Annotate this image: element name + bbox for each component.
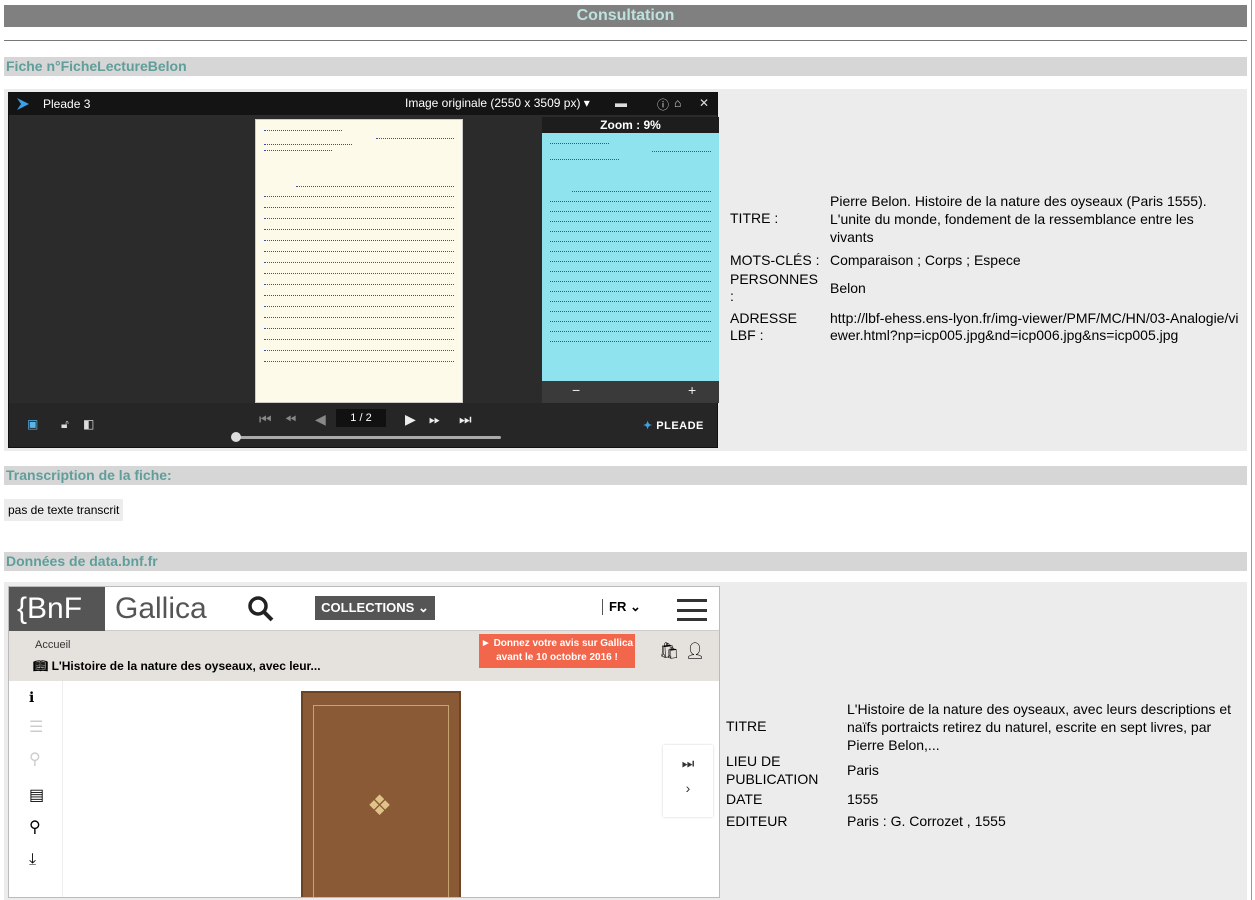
user-icon[interactable]: 👤︎: [685, 641, 705, 661]
layers-icon[interactable]: ▣: [27, 417, 38, 431]
zoom-out-icon[interactable]: −: [572, 382, 580, 398]
titre-label: TITRE :: [730, 210, 779, 226]
zoom-controls: − +: [542, 381, 719, 403]
image-select[interactable]: Image originale (2550 x 3509 px) ▾: [405, 96, 590, 110]
fast-forward-icon[interactable]: ⏩︎: [429, 411, 440, 428]
page-slider[interactable]: [235, 436, 501, 439]
download-icon[interactable]: ⤓: [29, 851, 43, 868]
motscles-value: Comparaison ; Corps ; Espece: [830, 252, 1021, 268]
feedback-banner-line2: avant le 10 octobre 2016 !: [496, 652, 618, 663]
chevron-down-icon: ▾: [583, 96, 590, 110]
zoom-in-icon[interactable]: +: [688, 382, 696, 398]
adresse-link[interactable]: http://lbf-ehess.ens-lyon.fr/img-viewer/…: [830, 310, 1240, 344]
zoom-icon[interactable]: ⚲: [29, 817, 43, 836]
bnf-logo[interactable]: {BnF: [9, 587, 105, 631]
bnf-lieu-label: LIEU DE PUBLICATION: [726, 753, 819, 787]
book-cover-image[interactable]: ❖: [301, 691, 461, 897]
bag-icon[interactable]: 🛍︎: [659, 641, 679, 661]
viewer-app-name: Pleade 3: [43, 97, 91, 111]
pleade-brand: ✦ PLEADE: [643, 419, 704, 432]
page-title: Consultation: [4, 5, 1247, 27]
chevron-down-icon: ⌄: [417, 600, 429, 615]
help-icon[interactable]: ⓘ: [657, 96, 669, 113]
collections-button[interactable]: COLLECTIONS ⌄: [315, 596, 435, 620]
list-icon[interactable]: ☰: [29, 717, 43, 736]
viewer-footer: ▣ 🔓︎ ◧ ⏮︎ ⏪︎ ◀ 1 / 2 ▶ ⏩︎ ⏭︎ ✦ PLEADE: [9, 403, 717, 447]
home-icon[interactable]: ⌂: [674, 96, 681, 110]
pleade-logo-icon: [17, 98, 29, 110]
prev-icon[interactable]: ◀: [315, 411, 326, 428]
page-right-border: [1251, 0, 1252, 900]
search-icon[interactable]: [247, 595, 275, 623]
gallica-header: {BnF Gallica COLLECTIONS ⌄ FR ⌄: [9, 587, 719, 631]
titre-value: Pierre Belon. Histoire de la nature des …: [830, 193, 1207, 245]
personnes-value: Belon: [830, 280, 866, 296]
book-title: 📖︎ L'Histoire de la nature des oyseaux, …: [33, 659, 321, 673]
pleade-logo-icon: ✦: [643, 420, 653, 432]
section-bnf-header: Données de data.bnf.fr: [4, 552, 1247, 571]
motscles-label: MOTS-CLÉS :: [730, 252, 820, 268]
chevron-down-icon: ⌄: [629, 599, 641, 614]
feedback-banner-line1: ► Donnez votre avis sur Gallica: [480, 638, 634, 649]
fast-back-icon[interactable]: ⏪︎: [285, 411, 296, 428]
gallica-logo[interactable]: Gallica: [115, 589, 207, 629]
adresse-label: ADRESSE LBF :: [730, 310, 797, 343]
first-page-icon[interactable]: ⏮︎: [259, 411, 272, 428]
search-icon[interactable]: ⚲: [29, 749, 43, 768]
document-icon[interactable]: ▤: [29, 785, 44, 804]
toggle-thumb-icon[interactable]: ◧: [83, 417, 94, 431]
bnf-titre-value: L'Histoire de la nature des oyseaux, ave…: [847, 701, 1231, 753]
next-page-control[interactable]: ⏭︎ ›: [663, 745, 713, 817]
fiche-panel: Pleade 3 Image originale (2550 x 3509 px…: [4, 89, 1247, 451]
bnf-date-value: 1555: [847, 791, 879, 807]
transcription-text: pas de texte transcrit: [4, 499, 124, 521]
ornament-icon: ❖: [367, 790, 393, 821]
menu-icon[interactable]: [677, 599, 707, 621]
gallica-sidebar: ℹ ☰ ⚲ ▤ ⚲ ⤓: [9, 681, 63, 897]
section-fiche-header: Fiche n°FicheLectureBelon: [4, 57, 1247, 76]
info-icon[interactable]: ℹ: [29, 689, 43, 705]
bnf-lieu-value: Paris: [847, 762, 879, 778]
unlock-icon[interactable]: 🔓︎: [61, 417, 69, 432]
collections-label: COLLECTIONS: [321, 600, 415, 615]
pleade-brand-label: PLEADE: [656, 420, 704, 432]
book-icon: 📖︎: [33, 659, 49, 673]
manuscript-page-image[interactable]: [255, 119, 463, 403]
gallica-breadcrumb-bar: Accueil 📖︎ L'Histoire de la nature des o…: [9, 631, 719, 681]
breadcrumb-home[interactable]: Accueil: [35, 639, 70, 651]
close-icon[interactable]: ✕: [699, 96, 709, 110]
thumbnail-navigator[interactable]: [542, 117, 719, 381]
print-icon[interactable]: ▬: [615, 96, 627, 110]
bnf-panel: {BnF Gallica COLLECTIONS ⌄ FR ⌄ Accueil …: [4, 582, 1247, 900]
language-select[interactable]: FR ⌄: [602, 599, 641, 615]
book-title-text: L'Histoire de la nature des oyseaux, ave…: [51, 659, 321, 673]
gallica-screenshot[interactable]: {BnF Gallica COLLECTIONS ⌄ FR ⌄ Accueil …: [8, 586, 720, 898]
image-select-label: Image originale (2550 x 3509 px): [405, 96, 581, 110]
personnes-label: PERSONNES :: [730, 271, 818, 304]
language-label: FR: [609, 599, 627, 614]
last-page-icon[interactable]: ⏭︎: [459, 411, 472, 428]
feedback-banner[interactable]: ► Donnez votre avis sur Gallica avant le…: [479, 634, 635, 668]
section-transcription-header: Transcription de la fiche:: [4, 466, 1247, 485]
divider: [4, 40, 1247, 41]
next-icon[interactable]: ▶: [405, 411, 416, 428]
bnf-editeur-label: EDITEUR: [726, 813, 788, 829]
bnf-editeur-value: Paris : G. Corrozet , 1555: [847, 813, 1006, 829]
page: Consultation Fiche n°FicheLectureBelon P…: [0, 0, 1255, 900]
chevron-right-icon[interactable]: ›: [663, 780, 713, 796]
zoom-level: Zoom : 9%: [542, 117, 719, 133]
bnf-titre-label: TITRE: [726, 718, 767, 734]
bnf-date-label: DATE: [726, 791, 763, 807]
viewer-toolbar: Pleade 3 Image originale (2550 x 3509 px…: [9, 93, 717, 115]
page-indicator[interactable]: 1 / 2: [336, 409, 386, 427]
last-page-icon[interactable]: ⏭︎: [663, 755, 713, 772]
page-slider-handle[interactable]: [231, 432, 241, 442]
pleade-viewer[interactable]: Pleade 3 Image originale (2550 x 3509 px…: [8, 92, 719, 448]
